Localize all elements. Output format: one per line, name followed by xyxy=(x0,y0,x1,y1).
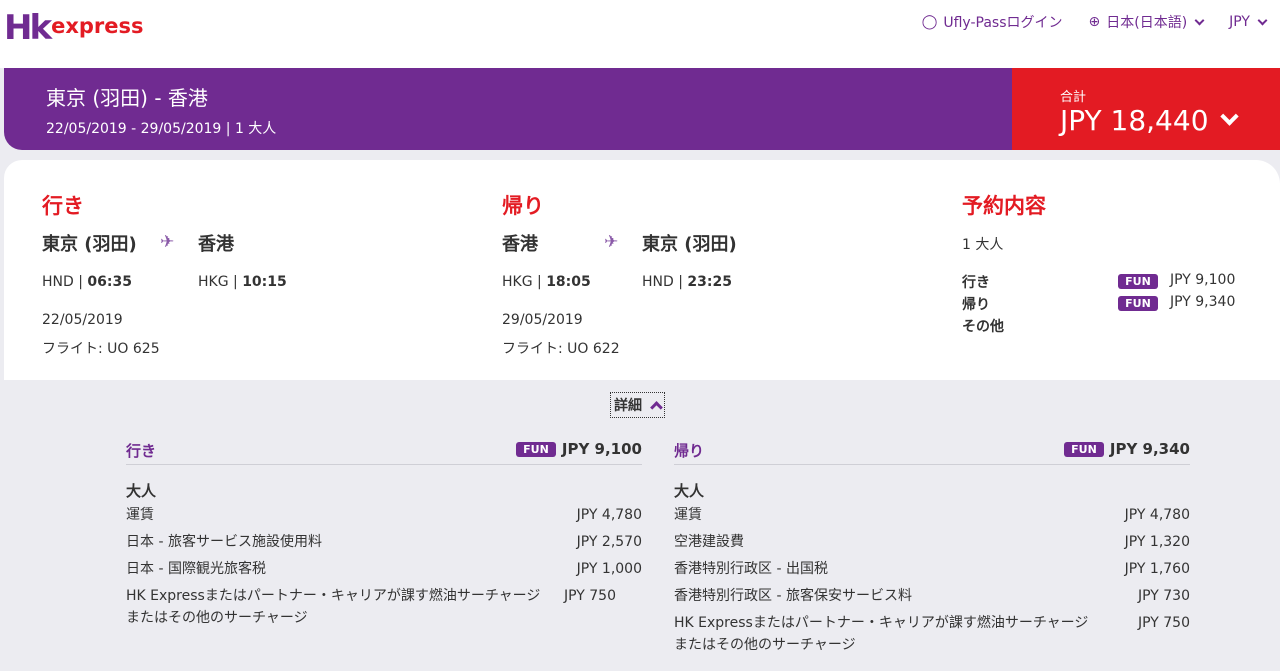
currency-label: JPY xyxy=(1229,14,1250,30)
inbound-title: 帰り xyxy=(502,194,544,218)
outbound-arrival: HKG | 10:15 xyxy=(198,274,287,290)
fare-badge: FUN xyxy=(1118,274,1158,289)
hk-express-logo[interactable]: Hk express xyxy=(4,6,144,46)
inbound-date: 29/05/2019 xyxy=(502,312,583,328)
outbound-from-city: 東京 (羽田) xyxy=(42,234,137,255)
fare-badge: FUN xyxy=(516,442,556,457)
booking-row-outbound-label: 行き xyxy=(962,275,990,291)
fee-amount: JPY 2,570 xyxy=(576,534,642,550)
details-toggle-label: 詳細 xyxy=(614,398,642,414)
outbound-to-code: HKG | xyxy=(198,274,238,290)
inbound-to-city: 東京 (羽田) xyxy=(642,234,737,255)
outbound-flight-number: フライト: UO 625 xyxy=(42,341,160,357)
booking-summary-title: 予約内容 xyxy=(962,194,1046,218)
ufly-pass-login-link[interactable]: ◯ Ufly-Passログイン xyxy=(922,12,1063,32)
outbound-to-time: 10:15 xyxy=(242,274,287,290)
logo-express-text: express xyxy=(51,14,144,38)
currency-selector[interactable]: JPY xyxy=(1229,14,1268,30)
passenger-count: 1 大人 xyxy=(962,237,1004,253)
fee-name: 運賃 xyxy=(674,507,702,523)
inbound-to-code: HND | xyxy=(642,274,683,290)
outbound-date: 22/05/2019 xyxy=(42,312,123,328)
inbound-breakdown-amount: JPY 9,340 xyxy=(1109,440,1190,458)
outbound-from-time: 06:35 xyxy=(87,274,132,290)
chevron-down-icon xyxy=(1194,15,1205,25)
outbound-departure: HND | 06:35 xyxy=(42,274,132,290)
fee-name: 日本 - 国際観光旅客税 xyxy=(126,561,266,577)
inbound-flight-number: フライト: UO 622 xyxy=(502,341,620,357)
globe-icon: ⊕ xyxy=(1088,14,1101,30)
fee-amount: JPY 1,760 xyxy=(1124,561,1190,577)
inbound-from-city: 香港 xyxy=(502,234,538,255)
inbound-fare-breakdown: 帰り FUN JPY 9,340 大人 運賃 JPY 4,780 空港建設費 J… xyxy=(674,436,1190,653)
outbound-fare-breakdown: 行き FUN JPY 9,100 大人 運賃 JPY 4,780 日本 - 旅客… xyxy=(126,436,642,626)
total-amount-value: JPY 18,440 xyxy=(1060,104,1209,137)
trip-route: 東京 (羽田) - 香港 xyxy=(46,86,208,110)
details-toggle-button[interactable]: 詳細 xyxy=(610,392,665,418)
chevron-down-icon xyxy=(1257,15,1268,25)
total-amount: JPY 18,440 xyxy=(1060,104,1239,137)
outbound-to-city: 香港 xyxy=(198,234,234,255)
plane-icon: ✈ xyxy=(160,232,175,252)
inbound-arrival: HND | 23:25 xyxy=(642,274,732,290)
login-label: Ufly-Passログイン xyxy=(943,15,1063,31)
fee-name: 香港特別行政区 - 出国税 xyxy=(674,561,828,577)
trip-dates: 22/05/2019 - 29/05/2019 | 1 大人 xyxy=(46,121,277,137)
inbound-from-code: HKG | xyxy=(502,274,542,290)
fee-name: 空港建設費 xyxy=(674,534,744,550)
fee-amount: JPY 1,000 xyxy=(576,561,642,577)
outbound-title: 行き xyxy=(42,194,84,218)
trip-summary-bar: 東京 (羽田) - 香港 22/05/2019 - 29/05/2019 | 1… xyxy=(4,68,1014,150)
outbound-breakdown-header: 行き FUN JPY 9,100 xyxy=(126,436,642,465)
inbound-adult-label: 大人 xyxy=(674,482,705,500)
outbound-breakdown-title: 行き xyxy=(126,442,157,460)
chevron-down-icon xyxy=(1219,107,1239,126)
inbound-departure: HKG | 18:05 xyxy=(502,274,591,290)
fee-name: 日本 - 旅客サービス施設使用料 xyxy=(126,534,322,550)
language-selector[interactable]: ⊕ 日本(日本語) xyxy=(1088,12,1205,32)
booking-row-outbound-price: JPY 9,100 xyxy=(1170,272,1236,288)
inbound-breakdown-header: 帰り FUN JPY 9,340 xyxy=(674,436,1190,465)
outbound-from-code: HND | xyxy=(42,274,83,290)
user-icon: ◯ xyxy=(921,14,938,30)
fee-amount: JPY 750 xyxy=(1138,615,1190,631)
fee-amount: JPY 4,780 xyxy=(576,507,642,523)
outbound-breakdown-amount: JPY 9,100 xyxy=(561,440,642,458)
fare-badge: FUN xyxy=(1064,442,1104,457)
total-price-toggle[interactable]: 合計 JPY 18,440 xyxy=(1012,68,1280,150)
fee-name: 香港特別行政区 - 旅客保安サービス料 xyxy=(674,588,912,604)
fee-amount: JPY 750 xyxy=(564,588,616,604)
flight-summary-card: 行き 東京 (羽田) ✈ 香港 HND | 06:35 HKG | 10:15 … xyxy=(4,160,1280,380)
inbound-from-time: 18:05 xyxy=(546,274,591,290)
plane-icon: ✈ xyxy=(604,232,619,252)
fee-name: HK Expressまたはパートナー・キャリアが課す燃油サーチャージまたはその他… xyxy=(674,615,1089,653)
booking-row-other-label: その他 xyxy=(962,319,1004,335)
outbound-adult-label: 大人 xyxy=(126,482,157,500)
fee-amount: JPY 730 xyxy=(1138,588,1190,604)
fee-name: HK Expressまたはパートナー・キャリアが課す燃油サーチャージまたはその他… xyxy=(126,588,541,626)
inbound-to-time: 23:25 xyxy=(687,274,732,290)
chevron-up-icon xyxy=(650,401,663,414)
total-label: 合計 xyxy=(1060,90,1087,105)
booking-row-inbound-price: JPY 9,340 xyxy=(1170,294,1236,310)
top-navigation: ◯ Ufly-Passログイン ⊕ 日本(日本語) JPY xyxy=(896,12,1268,32)
inbound-breakdown-title: 帰り xyxy=(674,442,705,460)
fee-amount: JPY 4,780 xyxy=(1124,507,1190,523)
logo-hk-text: Hk xyxy=(4,8,52,48)
fee-amount: JPY 1,320 xyxy=(1124,534,1190,550)
fare-badge: FUN xyxy=(1118,296,1158,311)
top-header: Hk express ◯ Ufly-Passログイン ⊕ 日本(日本語) JPY xyxy=(0,0,1280,68)
fee-name: 運賃 xyxy=(126,507,154,523)
booking-row-inbound-label: 帰り xyxy=(962,297,990,313)
language-label: 日本(日本語) xyxy=(1106,15,1188,31)
